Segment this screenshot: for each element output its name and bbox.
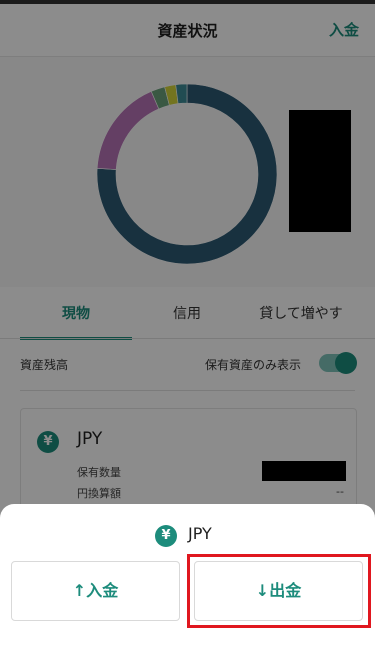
highlight-box xyxy=(187,554,371,628)
yen-coin-icon: ¥ xyxy=(155,525,177,547)
deposit-button[interactable]: ↑入金 xyxy=(11,561,180,621)
sheet-currency-name: JPY xyxy=(188,524,212,543)
